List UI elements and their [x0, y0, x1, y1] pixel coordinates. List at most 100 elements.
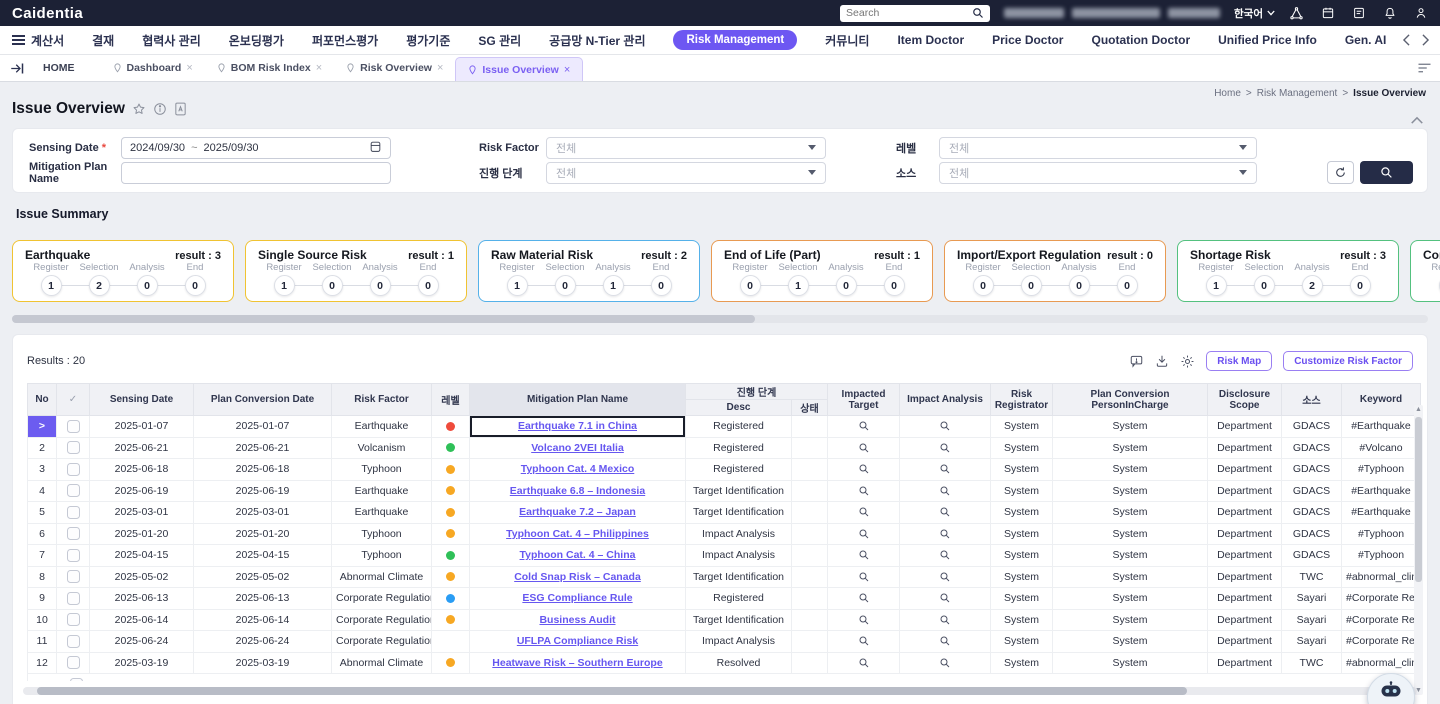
- magnifier-icon[interactable]: [858, 528, 870, 540]
- reset-filters-button[interactable]: [1327, 161, 1354, 184]
- magnifier-icon[interactable]: [939, 571, 951, 583]
- magnifier-icon[interactable]: [939, 506, 951, 518]
- magnifier-icon[interactable]: [939, 549, 951, 561]
- nav-item[interactable]: 결재: [92, 32, 114, 49]
- language-selector[interactable]: 한국어: [1234, 6, 1275, 21]
- sensing-date-from[interactable]: 2024/09/30: [130, 142, 185, 154]
- sensing-date-range[interactable]: 2024/09/30 ~ 2025/09/30: [121, 137, 391, 159]
- global-search[interactable]: [840, 5, 990, 22]
- mitigation-plan-link[interactable]: Typhoon Cat. 4 – Philippines: [506, 528, 649, 540]
- tab-issue-overview[interactable]: Issue Overview×: [455, 57, 583, 81]
- summary-card[interactable]: Import/Export Regulation result : 0 Regi…: [944, 240, 1166, 302]
- table-row[interactable]: 11 2025-06-24 2025-06-24 Corporate Regul…: [28, 631, 1421, 653]
- impacted-target-cell[interactable]: [828, 566, 900, 588]
- impacted-target-cell[interactable]: [828, 437, 900, 459]
- impacted-target-cell[interactable]: [828, 652, 900, 674]
- mitigation-plan-link[interactable]: Volcano 2VEI Italia: [531, 442, 624, 454]
- summary-card[interactable]: Earthquake result : 3 Register 1 Selecti…: [12, 240, 234, 302]
- expand-panel-icon[interactable]: [10, 55, 25, 81]
- mitigation-plan-link[interactable]: Typhoon Cat. 4 Mexico: [521, 463, 635, 475]
- nav-item[interactable]: Gen. AI: [1345, 33, 1387, 47]
- magnifier-icon[interactable]: [858, 635, 870, 647]
- impact-analysis-cell[interactable]: [900, 631, 991, 653]
- hamburger-icon[interactable]: [12, 35, 25, 45]
- row-checkbox[interactable]: [67, 527, 80, 540]
- col-person-in-charge[interactable]: Plan Conversion PersonInCharge: [1053, 384, 1208, 416]
- col-select-all[interactable]: ✓: [57, 384, 90, 416]
- magnifier-icon[interactable]: [858, 657, 870, 669]
- col-sensing-date[interactable]: Sensing Date: [90, 384, 194, 416]
- mitigation-plan-link[interactable]: ESG Compliance Rule: [522, 592, 632, 604]
- col-source[interactable]: 소스: [1282, 384, 1342, 416]
- mitigation-plan-link[interactable]: Typhoon Cat. 4 – China: [520, 549, 636, 561]
- row-checkbox[interactable]: [67, 613, 80, 626]
- table-horizontal-scrollbar[interactable]: [23, 687, 1417, 695]
- calendar-icon[interactable]: [1321, 6, 1335, 20]
- nav-item[interactable]: 협력사 관리: [142, 32, 201, 49]
- download-icon[interactable]: [1155, 354, 1169, 368]
- magnifier-icon[interactable]: [858, 592, 870, 604]
- impact-analysis-cell[interactable]: [900, 502, 991, 524]
- source-select[interactable]: 전체: [939, 162, 1257, 184]
- row-checkbox[interactable]: [67, 484, 80, 497]
- mitigation-plan-link[interactable]: Heatwave Risk – Southern Europe: [492, 657, 662, 669]
- nav-item[interactable]: Risk Management: [673, 30, 797, 50]
- impact-analysis-cell[interactable]: [900, 652, 991, 674]
- gear-icon[interactable]: [1180, 354, 1195, 369]
- col-mitigation-plan-name[interactable]: Mitigation Plan Name: [470, 384, 686, 416]
- table-row[interactable]: 4 2025-06-19 2025-06-19 Earthquake Earth…: [28, 480, 1421, 502]
- table-row[interactable]: > 2025-01-07 2025-01-07 Earthquake Earth…: [28, 416, 1421, 438]
- magnifier-icon[interactable]: [939, 635, 951, 647]
- impact-analysis-cell[interactable]: [900, 416, 991, 438]
- close-icon[interactable]: ×: [564, 64, 570, 76]
- magnifier-icon[interactable]: [858, 614, 870, 626]
- impacted-target-cell[interactable]: [828, 545, 900, 567]
- magnifier-icon[interactable]: [858, 485, 870, 497]
- horizontal-scroll-thumb[interactable]: [37, 687, 1187, 695]
- hierarchy-icon[interactable]: [1289, 6, 1304, 21]
- col-impact-analysis[interactable]: Impact Analysis: [900, 384, 991, 416]
- impacted-target-cell[interactable]: [828, 480, 900, 502]
- impacted-target-cell[interactable]: [828, 609, 900, 631]
- vertical-scroll-thumb[interactable]: [1415, 417, 1422, 582]
- magnifier-icon[interactable]: [939, 442, 951, 454]
- col-keyword[interactable]: Keyword: [1342, 384, 1421, 416]
- impact-analysis-cell[interactable]: [900, 480, 991, 502]
- magnifier-icon[interactable]: [939, 528, 951, 540]
- tab-options-icon[interactable]: [1417, 62, 1432, 74]
- summary-card[interactable]: Single Source Risk result : 1 Register 1…: [245, 240, 467, 302]
- nav-next-icon[interactable]: [1421, 34, 1430, 46]
- impact-analysis-cell[interactable]: [900, 545, 991, 567]
- nav-item[interactable]: Unified Price Info: [1218, 33, 1317, 47]
- tab-home[interactable]: HOME: [43, 55, 75, 81]
- nav-item[interactable]: 커뮤니티: [825, 32, 869, 49]
- nav-item[interactable]: Quotation Doctor: [1091, 33, 1190, 47]
- nav-item[interactable]: 공급망 N-Tier 관리: [549, 32, 645, 49]
- nav-item[interactable]: 퍼포먼스평가: [312, 32, 378, 49]
- row-checkbox[interactable]: [70, 678, 83, 681]
- row-checkbox[interactable]: [67, 592, 80, 605]
- impact-analysis-cell[interactable]: [900, 609, 991, 631]
- table-row[interactable]: 10 2025-06-14 2025-06-14 Corporate Regul…: [28, 609, 1421, 631]
- impact-analysis-cell[interactable]: [900, 459, 991, 481]
- table-row[interactable]: 5 2025-03-01 2025-03-01 Earthquake Earth…: [28, 502, 1421, 524]
- magnifier-icon[interactable]: [939, 614, 951, 626]
- col-desc[interactable]: Desc: [686, 400, 792, 416]
- user-icon[interactable]: [1414, 6, 1428, 20]
- impacted-target-cell[interactable]: [828, 588, 900, 610]
- impact-analysis-cell[interactable]: [900, 566, 991, 588]
- mitigation-plan-link[interactable]: Earthquake 7.2 – Japan: [519, 506, 636, 518]
- mitigation-plan-link[interactable]: Earthquake 6.8 – Indonesia: [510, 485, 645, 497]
- table-row[interactable]: 8 2025-05-02 2025-05-02 Abnormal Climate…: [28, 566, 1421, 588]
- magnifier-icon[interactable]: [858, 420, 870, 432]
- summary-card[interactable]: Raw Material Risk result : 2 Register 1 …: [478, 240, 700, 302]
- col-impacted-target[interactable]: Impacted Target: [828, 384, 900, 416]
- search-icon[interactable]: [972, 7, 984, 19]
- cards-scrollbar-thumb[interactable]: [12, 315, 755, 323]
- nav-item[interactable]: 평가기준: [406, 32, 450, 49]
- nav-item[interactable]: Price Doctor: [992, 33, 1063, 47]
- level-select[interactable]: 전체: [939, 137, 1257, 159]
- memo-icon[interactable]: [1352, 6, 1366, 20]
- magnifier-icon[interactable]: [858, 571, 870, 583]
- magnifier-icon[interactable]: [858, 463, 870, 475]
